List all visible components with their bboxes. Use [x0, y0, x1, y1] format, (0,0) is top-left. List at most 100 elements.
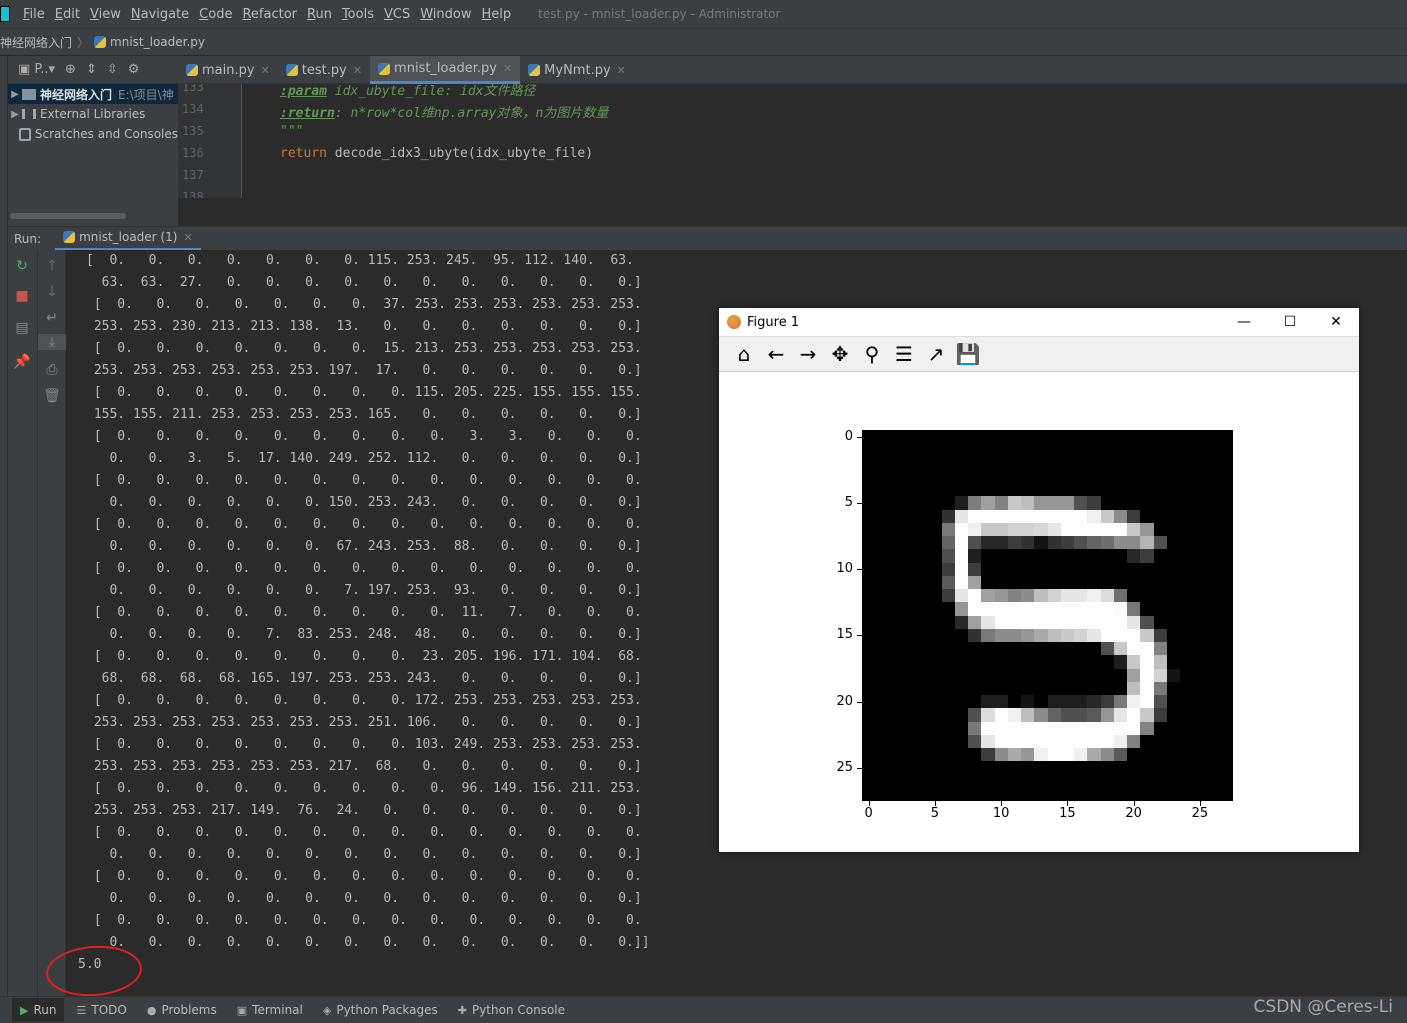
library-icon	[22, 109, 36, 119]
menu-window[interactable]: Window	[415, 7, 476, 22]
menu-navigate[interactable]: Navigate	[126, 7, 194, 22]
pixel-cell	[901, 430, 915, 444]
close-icon[interactable]: ✕	[261, 64, 270, 77]
pixel-cell	[862, 589, 876, 603]
menu-vcs[interactable]: VCS	[379, 7, 415, 22]
breadcrumb-project[interactable]: 神经网络入门	[0, 34, 72, 51]
tab-mynmt-py[interactable]: MyNmt.py ✕	[520, 56, 634, 84]
close-icon[interactable]: ✕	[353, 64, 362, 77]
pixel-cell	[1219, 496, 1233, 510]
forward-icon[interactable]: →	[795, 341, 821, 367]
pixel-cell	[1206, 774, 1220, 788]
pixel-cell	[1021, 536, 1035, 550]
scroll-to-end-icon[interactable]: ⤓	[38, 334, 66, 350]
pixel-cell	[1180, 575, 1194, 589]
pixel-cell	[1060, 456, 1074, 470]
breadcrumb-file[interactable]: mnist_loader.py	[110, 35, 205, 49]
zoom-icon[interactable]: ⚲	[859, 341, 885, 367]
menu-tools[interactable]: Tools	[337, 7, 379, 22]
pixel-cell	[954, 469, 968, 483]
menu-edit[interactable]: Edit	[50, 7, 85, 22]
locate-icon[interactable]: ⊕	[65, 62, 76, 77]
pixel-cell	[968, 734, 982, 748]
soft-wrap-icon[interactable]: ↵	[38, 310, 66, 326]
pixel-cell	[1074, 681, 1088, 695]
menu-help[interactable]: Help	[477, 7, 517, 22]
pixel-cell	[888, 602, 902, 616]
pixel-cell	[928, 522, 942, 536]
maximize-button[interactable]: ☐	[1267, 308, 1313, 336]
pixel-cell	[968, 628, 982, 642]
tool-tab-problems[interactable]: ● Problems	[139, 998, 225, 1022]
menu-view[interactable]: View	[85, 7, 126, 22]
minimize-button[interactable]: —	[1221, 308, 1267, 336]
tab-test-py[interactable]: test.py ✕	[278, 56, 370, 84]
plot-area[interactable]: 0 5 10 15 20 25 0 5 10 15 20 25	[719, 372, 1359, 852]
pixel-cell	[1100, 522, 1114, 536]
customize-icon[interactable]: ↗	[923, 341, 949, 367]
pixel-cell	[1219, 615, 1233, 629]
pixel-cell	[915, 430, 929, 444]
pixel-cell	[1180, 509, 1194, 523]
close-button[interactable]: ✕	[1313, 308, 1359, 336]
stop-icon[interactable]: ■	[8, 288, 36, 304]
close-icon[interactable]: ✕	[183, 231, 192, 244]
back-icon[interactable]: ←	[763, 341, 789, 367]
trash-icon[interactable]: 🗑	[38, 388, 66, 404]
menu-code[interactable]: Code	[194, 7, 237, 22]
tool-tab-todo[interactable]: ☰ TODO	[68, 998, 134, 1022]
pixel-cell	[1100, 655, 1114, 669]
gear-icon[interactable]: ⚙	[128, 62, 140, 77]
tab-main-py[interactable]: main.py ✕	[178, 56, 278, 84]
tree-item-root[interactable]: ▶ 神经网络入门 E:\项目\神	[8, 84, 178, 104]
rerun-icon[interactable]: ↻	[8, 258, 36, 274]
collapse-all-icon[interactable]: ⇳	[107, 62, 118, 77]
pixel-cell	[1060, 748, 1074, 762]
pixel-cell	[1113, 787, 1127, 801]
save-icon[interactable]: 💾	[955, 341, 981, 367]
down-arrow-icon[interactable]: ↓	[38, 284, 66, 300]
tool-tab-run[interactable]: ▶ Run	[12, 998, 65, 1022]
pixel-cell	[1100, 695, 1114, 709]
layout-icon[interactable]: ▤	[8, 320, 36, 336]
pixel-cell	[1206, 787, 1220, 801]
tool-tab-python-console[interactable]: ✚ Python Console	[450, 998, 573, 1022]
menu-run[interactable]: Run	[302, 7, 337, 22]
tree-item-external-libraries[interactable]: ▶ External Libraries	[8, 104, 178, 124]
pixel-cell	[1153, 456, 1167, 470]
project-view-selector[interactable]: ▣ P..▾	[18, 62, 55, 77]
menu-file[interactable]: File	[18, 7, 50, 22]
chevron-right-icon[interactable]: ▶	[8, 109, 22, 120]
close-icon[interactable]: ✕	[503, 62, 512, 75]
chevron-right-icon[interactable]: ▶	[8, 89, 22, 100]
pin-icon[interactable]: 📌	[8, 354, 36, 370]
pixel-cell	[875, 748, 889, 762]
scrollbar-thumb[interactable]	[10, 213, 126, 219]
print-icon[interactable]: ⎙	[38, 362, 66, 378]
pixel-cell	[875, 549, 889, 563]
tree-item-scratches[interactable]: Scratches and Consoles	[8, 124, 178, 144]
pixel-cell	[1166, 748, 1180, 762]
expand-all-icon[interactable]: ⇕	[86, 62, 97, 77]
run-tab[interactable]: mnist_loader (1) ✕	[55, 227, 201, 251]
tool-tab-python-packages[interactable]: ◈ Python Packages	[315, 998, 446, 1022]
close-icon[interactable]: ✕	[617, 64, 626, 77]
menu-refactor[interactable]: Refactor	[237, 7, 302, 22]
pixel-cell	[994, 483, 1008, 497]
tab-mnist-loader-py[interactable]: mnist_loader.py ✕	[370, 56, 521, 84]
pixel-cell	[1153, 681, 1167, 695]
project-scrollbar[interactable]	[8, 198, 178, 226]
pixel-cell	[1113, 589, 1127, 603]
pixel-cell	[1166, 509, 1180, 523]
console-line: [ 0. 0. 0. 0. 0. 0. 0. 0. 0. 0. 0. 0. 0.…	[86, 869, 642, 884]
subplots-icon[interactable]: ☰	[891, 341, 917, 367]
pixel-cell	[1113, 536, 1127, 550]
up-arrow-icon[interactable]: ↑	[38, 258, 66, 274]
pixel-cell	[862, 496, 876, 510]
tool-tab-terminal[interactable]: ▣ Terminal	[229, 998, 311, 1022]
pixel-cell	[941, 496, 955, 510]
pan-icon[interactable]: ✥	[827, 341, 853, 367]
home-icon[interactable]: ⌂	[731, 341, 757, 367]
code-editor[interactable]: 133 134 135 136 137 138 :param idx_ubyte_file…	[178, 84, 1407, 198]
figure-titlebar[interactable]: Figure 1 — ☐ ✕	[719, 308, 1359, 336]
